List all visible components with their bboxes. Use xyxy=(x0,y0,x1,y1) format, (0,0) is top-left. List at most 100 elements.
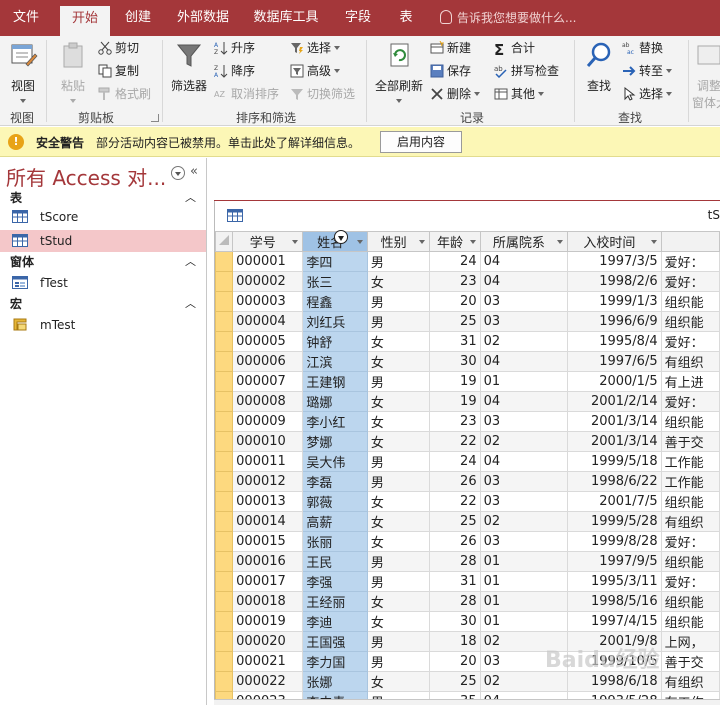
cell-notes[interactable]: 善于交 xyxy=(660,651,720,672)
nav-group-forms[interactable]: 窗体 ︿ xyxy=(0,253,206,271)
filter-button[interactable]: 筛选器 xyxy=(168,40,210,94)
cell-name[interactable]: 李小红 xyxy=(302,411,368,432)
cell-notes[interactable]: 爱好： xyxy=(660,331,720,352)
cell-name[interactable]: 李四 xyxy=(302,251,368,272)
cell-name[interactable]: 刘红兵 xyxy=(302,311,368,332)
cell-department[interactable]: 02 xyxy=(479,431,569,452)
cell-department[interactable]: 03 xyxy=(479,531,569,552)
goto-button[interactable]: 转至 xyxy=(622,61,673,81)
cell-gender[interactable]: 男 xyxy=(366,451,431,472)
cell-gender[interactable]: 男 xyxy=(366,471,431,492)
cell-gender[interactable]: 女 xyxy=(366,351,431,372)
cell-notes[interactable]: 组织能 xyxy=(660,291,720,312)
row-selector[interactable] xyxy=(215,591,234,612)
nav-item-mtest[interactable]: mTest xyxy=(0,314,206,336)
chevron-down-icon[interactable] xyxy=(356,240,363,244)
replace-button[interactable]: ab ac 替换 xyxy=(622,38,663,58)
cell-notes[interactable]: 组织能 xyxy=(660,311,720,332)
cell-student-id[interactable]: 000019 xyxy=(232,611,304,632)
table-row[interactable]: 000008 璐娜女 19 04 2001/2/14 爱好： xyxy=(215,391,720,412)
paste-button[interactable]: 粘贴 xyxy=(56,40,90,108)
row-selector[interactable] xyxy=(215,671,234,692)
record-navigation-bar[interactable] xyxy=(214,699,720,705)
cell-enroll-date[interactable]: 2001/3/14 xyxy=(567,411,662,432)
cell-department[interactable]: 01 xyxy=(479,551,569,572)
cell-notes[interactable]: 工作能 xyxy=(660,471,720,492)
advanced-filter-button[interactable]: 高级 xyxy=(290,61,341,81)
table-row[interactable]: 000006 江滨女 30 04 1997/6/5 有组织 xyxy=(215,351,720,372)
col-header-age[interactable]: 年龄 xyxy=(429,231,481,252)
cell-gender[interactable]: 女 xyxy=(366,271,431,292)
table-row[interactable]: 000015 张丽女 26 03 1999/8/28 爱好： xyxy=(215,531,720,552)
security-warning-message[interactable]: 部分活动内容已被禁用。单击此处了解详细信息。 xyxy=(96,134,360,151)
cell-enroll-date[interactable]: 1998/6/18 xyxy=(567,671,662,692)
cell-gender[interactable]: 男 xyxy=(366,571,431,592)
cell-gender[interactable]: 女 xyxy=(366,431,431,452)
cut-button[interactable]: 剪切 xyxy=(98,38,139,58)
spelling-button[interactable]: ab 拼写检查 xyxy=(494,61,559,81)
row-selector[interactable] xyxy=(215,311,234,332)
row-selector[interactable] xyxy=(215,451,234,472)
cell-department[interactable]: 01 xyxy=(479,611,569,632)
cell-name[interactable]: 高薪 xyxy=(302,511,368,532)
select-button[interactable]: 选择 xyxy=(622,84,673,104)
cell-notes[interactable]: 组织能 xyxy=(660,611,720,632)
cell-notes[interactable]: 有组织 xyxy=(660,351,720,372)
cell-name[interactable]: 郭薇 xyxy=(302,491,368,512)
row-selector[interactable] xyxy=(215,371,234,392)
cell-age[interactable]: 31 xyxy=(429,331,481,352)
cell-notes[interactable]: 善于交 xyxy=(660,431,720,452)
cell-gender[interactable]: 男 xyxy=(366,291,431,312)
cell-gender[interactable]: 女 xyxy=(366,511,431,532)
row-selector[interactable] xyxy=(215,251,234,272)
table-row[interactable]: 000017 李强男 31 01 1995/3/11 爱好： xyxy=(215,571,720,592)
cell-student-id[interactable]: 000016 xyxy=(232,551,304,572)
cell-name[interactable]: 张丽 xyxy=(302,531,368,552)
tell-me-box[interactable]: 告诉我您想要做什么... xyxy=(440,0,576,36)
cell-student-id[interactable]: 000022 xyxy=(232,671,304,692)
row-selector[interactable] xyxy=(215,431,234,452)
cell-department[interactable]: 03 xyxy=(479,291,569,312)
cell-department[interactable]: 03 xyxy=(479,491,569,512)
tab-database-tools[interactable]: 数据库工具 xyxy=(246,0,326,36)
cell-enroll-date[interactable]: 1998/5/16 xyxy=(567,591,662,612)
cell-age[interactable]: 28 xyxy=(429,551,481,572)
cell-enroll-date[interactable]: 2001/2/14 xyxy=(567,391,662,412)
cell-department[interactable]: 04 xyxy=(479,251,569,272)
table-row[interactable]: 000001 李四男 24 04 1997/3/5 爱好： xyxy=(215,251,720,272)
cell-age[interactable]: 31 xyxy=(429,571,481,592)
row-selector[interactable] xyxy=(215,271,234,292)
copy-button[interactable]: 复制 xyxy=(98,61,139,81)
cell-notes[interactable]: 爱好： xyxy=(660,391,720,412)
table-row[interactable]: 000010 梦娜女 22 02 2001/3/14 善于交 xyxy=(215,431,720,452)
cell-age[interactable]: 26 xyxy=(429,471,481,492)
cell-enroll-date[interactable]: 2000/1/5 xyxy=(567,371,662,392)
cell-notes[interactable]: 有上进 xyxy=(660,371,720,392)
cell-student-id[interactable]: 000003 xyxy=(232,291,304,312)
row-selector[interactable] xyxy=(215,471,234,492)
cell-enroll-date[interactable]: 1997/9/5 xyxy=(567,551,662,572)
cell-enroll-date[interactable]: 2001/7/5 xyxy=(567,491,662,512)
cell-gender[interactable]: 女 xyxy=(366,491,431,512)
table-row[interactable]: 000005 钟舒女 31 02 1995/8/4 爱好： xyxy=(215,331,720,352)
cell-student-id[interactable]: 000021 xyxy=(232,651,304,672)
cell-enroll-date[interactable]: 1995/8/4 xyxy=(567,331,662,352)
cell-name[interactable]: 李迪 xyxy=(302,611,368,632)
cell-age[interactable]: 24 xyxy=(429,251,481,272)
more-button[interactable]: 其他 xyxy=(494,84,545,104)
nav-group-macros[interactable]: 宏 ︿ xyxy=(0,295,206,313)
cell-notes[interactable]: 组织能 xyxy=(660,491,720,512)
col-header-enroll-date[interactable]: 入校时间 xyxy=(567,231,662,252)
cell-enroll-date[interactable]: 1999/8/28 xyxy=(567,531,662,552)
cell-gender[interactable]: 男 xyxy=(366,631,431,652)
cell-name[interactable]: 王经丽 xyxy=(302,591,368,612)
view-button[interactable]: 视图 xyxy=(6,40,40,108)
cell-gender[interactable]: 女 xyxy=(366,611,431,632)
cell-student-id[interactable]: 000015 xyxy=(232,531,304,552)
collapse-pane-icon[interactable]: « xyxy=(190,164,198,179)
row-selector[interactable] xyxy=(215,631,234,652)
tab-external-data[interactable]: 外部数据 xyxy=(170,0,236,36)
row-selector[interactable] xyxy=(215,351,234,372)
row-selector[interactable] xyxy=(215,651,234,672)
format-painter-button[interactable]: 格式刷 xyxy=(98,84,151,104)
